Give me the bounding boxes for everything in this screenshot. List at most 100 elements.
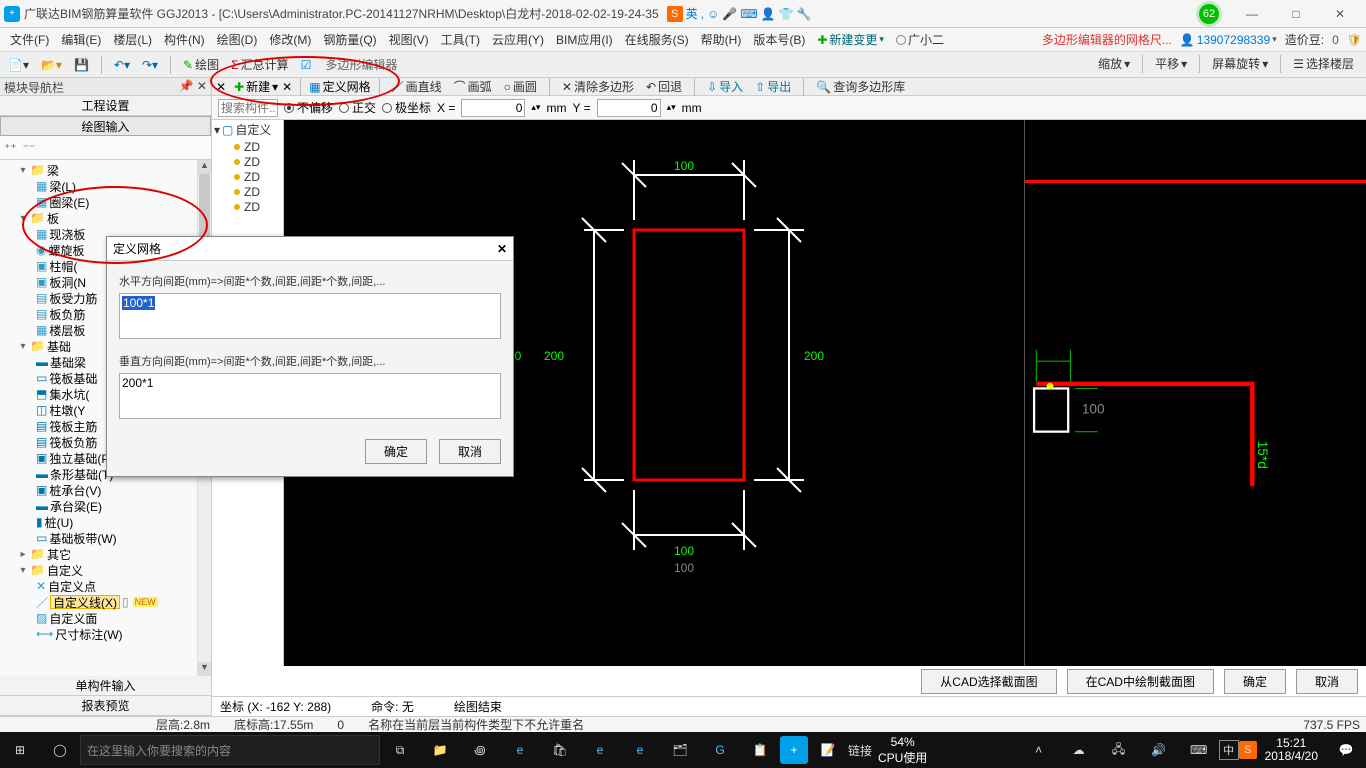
redo-icon[interactable]: ↷▾ — [138, 57, 162, 73]
menu-view[interactable]: 视图(V) — [383, 29, 435, 50]
app-edge-icon[interactable]: e — [580, 732, 620, 768]
app-store-icon[interactable]: 🛍 — [540, 732, 580, 768]
menu-modify[interactable]: 修改(M) — [263, 29, 317, 50]
menu-bim[interactable]: BIM应用(I) — [550, 29, 619, 50]
cortana-icon[interactable]: ◯ — [40, 732, 80, 768]
mini-item-3[interactable]: ZD — [212, 184, 283, 199]
taskbar-search[interactable]: 在这里输入你要搜索的内容 — [80, 735, 380, 765]
ok-button[interactable]: 确定 — [1224, 669, 1286, 694]
app-edge-old-icon[interactable]: e — [500, 732, 540, 768]
mini-item-2[interactable]: ZD — [212, 169, 283, 184]
tree-foundation[interactable]: 基础 — [47, 338, 71, 355]
tray-lang[interactable]: 中 — [1219, 740, 1239, 760]
tray-onedrive-icon[interactable]: ☁ — [1059, 732, 1099, 768]
tree-custom-face[interactable]: 自定义面 — [49, 610, 97, 627]
in-cad-button[interactable]: 在CAD中绘制截面图 — [1067, 669, 1214, 694]
tree-spiral-slab[interactable]: 螺旋板 — [48, 242, 84, 259]
menu-file[interactable]: 文件(F) — [4, 29, 55, 50]
menu-help[interactable]: 帮助(H) — [695, 29, 748, 50]
import-btn[interactable]: ⇩导入 — [703, 77, 747, 96]
dialog-ok-button[interactable]: 确定 — [365, 439, 427, 464]
canvas-right[interactable]: 100 15*d — [1024, 120, 1366, 716]
sum-btn[interactable]: Σ汇总计算 — [227, 55, 292, 74]
tray-volume-icon[interactable]: 🔊 — [1139, 732, 1179, 768]
account-info[interactable]: 👤13907298339▾ — [1180, 33, 1277, 47]
ime-smile-icon[interactable]: ☺ — [707, 7, 719, 21]
ime-tshirt-icon[interactable]: 👕 — [779, 7, 794, 21]
ime-keyboard-icon[interactable]: ⌨ — [740, 7, 757, 21]
draw-btn[interactable]: ✎绘图 — [179, 55, 223, 74]
mini-tree-root[interactable]: 自定义 — [235, 121, 271, 138]
zoom-btn[interactable]: 缩放▾ — [1094, 54, 1134, 73]
panel-delete-icon[interactable]: ✕ — [282, 80, 292, 94]
grid-button[interactable]: ▦定义网格 — [309, 78, 370, 95]
check-icon[interactable]: ☑ — [297, 57, 316, 73]
expand-icon[interactable]: ⁺⁺ — [4, 141, 17, 155]
tab-single-input[interactable]: 单构件输入 — [0, 676, 211, 696]
notification-badge[interactable]: 62 — [1196, 1, 1222, 27]
menu-cloud[interactable]: 云应用(Y) — [486, 29, 550, 50]
open-file-icon[interactable]: 📂▾ — [37, 57, 66, 73]
tree-raft-neg[interactable]: 筏板负筋 — [49, 434, 97, 451]
tree-cast-slab[interactable]: 现浇板 — [49, 226, 85, 243]
from-cad-button[interactable]: 从CAD选择截面图 — [921, 669, 1056, 694]
x-input[interactable] — [461, 99, 525, 117]
user-short[interactable]: 广小二 — [890, 29, 950, 50]
new-file-icon[interactable]: 📄▾ — [4, 57, 33, 73]
tray-sogou-icon[interactable]: S — [1239, 741, 1257, 759]
mini-item-1[interactable]: ZD — [212, 154, 283, 169]
menu-tools[interactable]: 工具(T) — [435, 29, 486, 50]
tree-pile[interactable]: 桩(U) — [45, 514, 74, 531]
menu-online[interactable]: 在线服务(S) — [619, 29, 695, 50]
tray-keyboard-icon[interactable]: ⌨ — [1179, 732, 1219, 768]
dialog-cancel-button[interactable]: 取消 — [439, 439, 501, 464]
h-spacing-input[interactable]: 100*1 — [119, 293, 501, 339]
action-center-icon[interactable]: 💬 — [1326, 732, 1366, 768]
tree-strip-found[interactable]: 条形基础(T) — [50, 466, 113, 483]
y-input[interactable] — [597, 99, 661, 117]
menu-rebar[interactable]: 钢筋量(Q) — [317, 29, 382, 50]
menu-draw[interactable]: 绘图(D) — [211, 29, 264, 50]
app-calc-icon[interactable]: 🗂 — [660, 732, 700, 768]
select-floor-btn[interactable]: ☰ 选择楼层 — [1289, 54, 1358, 73]
rotate-btn[interactable]: 屏幕旋转▾ — [1208, 54, 1272, 73]
clear-btn[interactable]: ✕清除多边形 — [558, 77, 638, 96]
ime-tool-1[interactable]: , — [701, 7, 704, 21]
radio-no-offset[interactable]: 不偏移 — [284, 99, 333, 116]
sogou-icon[interactable]: S — [667, 6, 683, 22]
app-glodon-icon[interactable]: + — [780, 736, 808, 764]
tree-iso-found[interactable]: 独立基础(P) — [49, 450, 113, 467]
tree-custom-line[interactable]: 自定义线(X) — [50, 595, 120, 609]
mini-item-0[interactable]: ZD — [212, 139, 283, 154]
save-icon[interactable]: 💾 — [70, 57, 93, 73]
ime-user-icon[interactable]: 👤 — [761, 7, 776, 21]
line-btn[interactable]: ／画直线 — [388, 77, 446, 96]
dialog-titlebar[interactable]: 定义网格 ✕ — [107, 237, 513, 261]
cpu-meter[interactable]: 54% CPU使用 — [878, 735, 927, 766]
tree-dimension[interactable]: 尺寸标注(W) — [55, 626, 122, 643]
v-spacing-input[interactable]: 200*1 — [119, 373, 501, 419]
tree-raft[interactable]: 筏板基础 — [49, 370, 97, 387]
start-button[interactable]: ⊞ — [0, 732, 40, 768]
tab-draw-input[interactable]: 绘图输入 — [0, 116, 211, 136]
export-btn[interactable]: ⇧导出 — [751, 77, 795, 96]
tree-cap-beam[interactable]: 承台梁(E) — [50, 498, 102, 515]
ime-wrench-icon[interactable]: 🔧 — [796, 7, 811, 21]
mini-item-4[interactable]: ZD — [212, 199, 283, 214]
close-button[interactable]: ✕ — [1318, 2, 1362, 26]
pan-btn[interactable]: 平移▾ — [1151, 54, 1191, 73]
tree-sump[interactable]: 集水坑( — [49, 386, 89, 403]
query-btn[interactable]: 🔍查询多边形库 — [812, 77, 909, 96]
scroll-up-icon[interactable]: ▲ — [198, 160, 211, 174]
arc-btn[interactable]: ⌒画弧 — [450, 77, 496, 96]
tree-found-beam[interactable]: 基础梁 — [50, 354, 86, 371]
tab-project-settings[interactable]: 工程设置 — [0, 96, 211, 116]
tree-slab-rebar[interactable]: 板受力筋 — [49, 290, 97, 307]
menu-floor[interactable]: 楼层(L) — [107, 29, 158, 50]
grid-hint[interactable]: 多边形编辑器的网格尺... — [1042, 31, 1172, 48]
menu-edit[interactable]: 编辑(E) — [55, 29, 107, 50]
tree-raft-main[interactable]: 筏板主筋 — [49, 418, 97, 435]
circle-btn[interactable]: ○画圆 — [500, 77, 541, 96]
app-ie-icon[interactable]: e — [620, 732, 660, 768]
sidebar-pin-icon[interactable]: 📌 ✕ — [179, 79, 207, 93]
